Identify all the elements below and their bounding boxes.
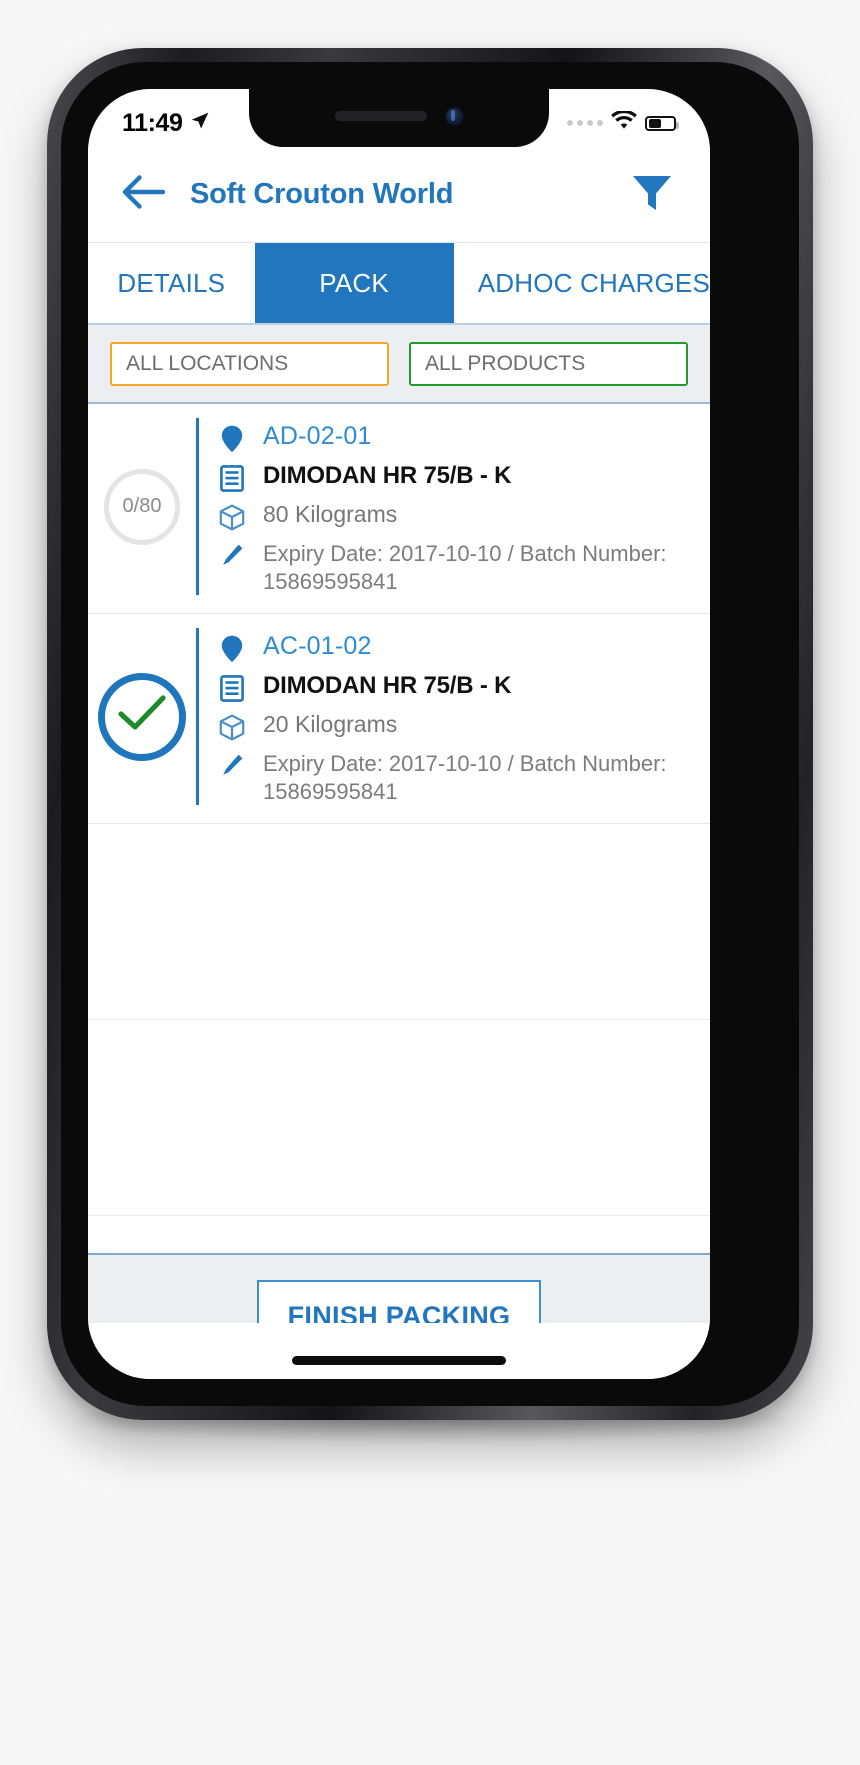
product-name: DIMODAN HR 75/B - K <box>263 462 512 489</box>
package-box-icon <box>217 711 247 741</box>
home-indicator[interactable] <box>292 1356 506 1365</box>
wifi-icon <box>611 109 637 135</box>
status-bar-left: 11:49 <box>122 99 210 138</box>
filter-all-products[interactable]: ALL PRODUCTS <box>409 341 688 386</box>
filter-button[interactable] <box>626 169 678 221</box>
location-code: AD-02-01 <box>263 422 372 450</box>
signal-dots-icon <box>567 120 603 126</box>
row-location-line: AD-02-01 <box>217 422 694 453</box>
map-pin-icon <box>217 632 247 663</box>
phone-frame: 11:49 Soft Crouton World DETAILS PACK AD… <box>47 48 813 1420</box>
package-box-icon <box>217 501 247 531</box>
tab-pack[interactable]: PACK <box>254 243 454 323</box>
row-product-line: DIMODAN HR 75/B - K <box>217 672 694 702</box>
location-code: AC-01-02 <box>263 632 372 660</box>
pencil-edit-icon <box>217 750 247 778</box>
back-button[interactable] <box>120 171 168 219</box>
filter-row: ALL LOCATIONS ALL PRODUCTS <box>88 325 710 404</box>
quantity-text: 20 Kilograms <box>263 711 398 737</box>
status-bar-right <box>567 101 679 135</box>
phone-bezel: 11:49 Soft Crouton World DETAILS PACK AD… <box>61 62 799 1406</box>
row-meta-line: Expiry Date: 2017-10-10 / Batch Number: … <box>217 750 694 805</box>
row-body: AC-01-02 DIMODAN HR 75/B - K 20 Kilogram… <box>196 628 710 805</box>
app-header: Soft Crouton World <box>88 147 710 243</box>
batch-meta-text: Expiry Date: 2017-10-10 / Batch Number: … <box>263 751 667 804</box>
row-product-line: DIMODAN HR 75/B - K <box>217 462 694 492</box>
location-arrow-icon <box>190 111 210 136</box>
row-meta-line: Expiry Date: 2017-10-10 / Batch Number: … <box>217 540 694 595</box>
tab-bar: DETAILS PACK ADHOC CHARGES <box>88 243 710 325</box>
pencil-edit-icon <box>217 540 247 568</box>
row-status[interactable]: 0/80 <box>88 418 196 595</box>
product-name: DIMODAN HR 75/B - K <box>263 672 512 699</box>
back-arrow-icon <box>122 175 166 214</box>
notch <box>249 89 549 147</box>
battery-fill <box>649 118 661 128</box>
pack-list-item[interactable]: 0/80 AD-02-01 DIMODAN HR 75/B - K 80 Kil… <box>88 404 710 614</box>
empty-list-row <box>88 1020 710 1216</box>
filter-all-locations[interactable]: ALL LOCATIONS <box>110 341 389 386</box>
pack-list-item[interactable]: AC-01-02 DIMODAN HR 75/B - K 20 Kilogram… <box>88 614 710 824</box>
green-check-icon <box>116 693 168 740</box>
battery-icon <box>645 115 679 131</box>
row-quantity-line: 80 Kilograms <box>217 501 694 531</box>
empty-list-row <box>88 1216 710 1253</box>
phone-screen: 11:49 Soft Crouton World DETAILS PACK AD… <box>88 89 710 1379</box>
status-time: 11:49 <box>122 108 183 137</box>
earpiece-speaker-icon <box>335 111 427 121</box>
quantity-text: 80 Kilograms <box>263 501 398 527</box>
document-lines-icon <box>217 672 247 702</box>
document-lines-icon <box>217 462 247 492</box>
completed-indicator <box>98 672 186 761</box>
batch-meta-text: Expiry Date: 2017-10-10 / Batch Number: … <box>263 541 667 594</box>
tab-adhoc-charges[interactable]: ADHOC CHARGES <box>453 243 710 323</box>
row-status[interactable] <box>88 628 196 805</box>
page-title: Soft Crouton World <box>190 178 454 210</box>
filter-funnel-icon <box>629 169 675 220</box>
row-location-line: AC-01-02 <box>217 632 694 663</box>
map-pin-icon <box>217 422 247 453</box>
pack-list[interactable]: 0/80 AD-02-01 DIMODAN HR 75/B - K 80 Kil… <box>88 404 710 1253</box>
row-quantity-line: 20 Kilograms <box>217 711 694 741</box>
row-body: AD-02-01 DIMODAN HR 75/B - K 80 Kilogram… <box>196 418 710 595</box>
empty-list-row <box>88 824 710 1020</box>
home-bar-area <box>88 1323 710 1379</box>
progress-ring: 0/80 <box>104 468 180 545</box>
tab-details[interactable]: DETAILS <box>88 243 255 323</box>
front-camera-icon <box>445 107 464 126</box>
